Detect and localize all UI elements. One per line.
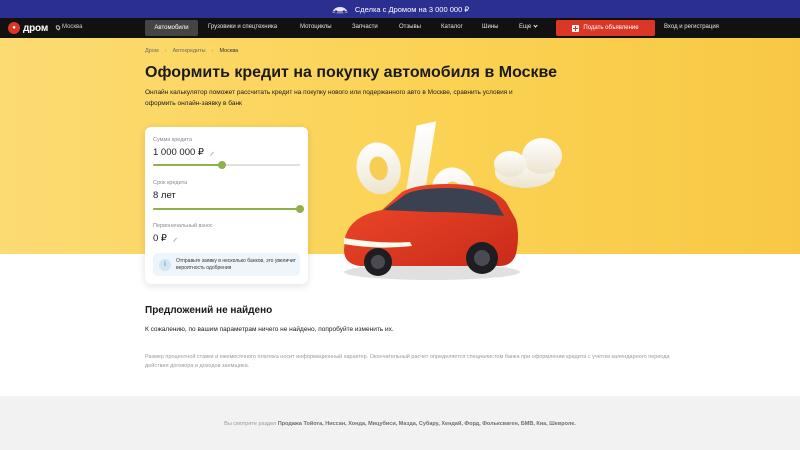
multi-bank-hint: i Отправьте заявку в несколько банков, э… bbox=[153, 253, 300, 276]
car-promo-icon bbox=[331, 6, 348, 13]
nav-item-tires[interactable]: Шины bbox=[482, 24, 498, 30]
term-value: 8 лет bbox=[153, 190, 176, 201]
breadcrumb-autocredits[interactable]: Автокредиты bbox=[172, 48, 205, 54]
credit-calculator: Сумма кредита 1 000 000 ₽ Срок кредита 8… bbox=[145, 127, 308, 284]
nav-item-reviews[interactable]: Отзывы bbox=[399, 24, 421, 30]
post-ad-label: Подать объявление bbox=[583, 25, 639, 31]
nav-more-label: Еще bbox=[519, 24, 532, 30]
amount-value: 1 000 000 ₽ bbox=[153, 147, 204, 158]
chevron-down-icon bbox=[533, 23, 538, 28]
logo-text: дром bbox=[23, 22, 49, 34]
term-slider-handle[interactable] bbox=[296, 205, 304, 213]
term-label: Срок кредита bbox=[153, 180, 188, 186]
promo-text: Сделка с Дромом на 3 000 000 ₽ bbox=[354, 4, 470, 14]
down-payment-label: Первоначальный взнос bbox=[153, 223, 213, 229]
location-pin-icon bbox=[54, 23, 62, 31]
nav-item-motorcycles[interactable]: Мотоциклы bbox=[300, 24, 332, 30]
breadcrumb-separator: › bbox=[211, 48, 214, 54]
down-payment-field[interactable]: 0 ₽ bbox=[153, 233, 177, 244]
page-description: Онлайн калькулятор поможет рассчитать кр… bbox=[145, 89, 513, 107]
disclaimer-text: Размер процентной ставки и ежемесячного … bbox=[145, 354, 670, 369]
term-field[interactable]: 8 лет bbox=[153, 190, 176, 201]
breadcrumb-current: Москва bbox=[219, 48, 239, 54]
plus-icon bbox=[572, 24, 580, 32]
city-label: Москва bbox=[62, 24, 83, 30]
drom-logo[interactable]: ● дром bbox=[8, 22, 48, 34]
pencil-icon bbox=[169, 234, 177, 243]
top-nav: ● дром Москва Автомобили Грузовики и спе… bbox=[0, 18, 800, 38]
hint-text: Отправьте заявку в несколько банков, это… bbox=[176, 257, 296, 271]
term-slider-fill bbox=[153, 208, 300, 210]
down-payment-value: 0 ₽ bbox=[153, 233, 167, 244]
pencil-icon bbox=[206, 148, 214, 157]
nav-item-catalog[interactable]: Каталог bbox=[441, 24, 463, 30]
nav-item-parts[interactable]: Запчасти bbox=[352, 24, 378, 30]
login-link[interactable]: Вход и регистрация bbox=[664, 24, 719, 30]
no-offers-heading: Предложений не найдено bbox=[145, 305, 273, 316]
nav-item-more[interactable]: Еще bbox=[519, 23, 538, 30]
breadcrumb-separator: › bbox=[164, 48, 167, 54]
footer-brands-line: Вы смотрите раздел Продажа Тойота, Нисса… bbox=[0, 421, 800, 427]
city-selector[interactable]: Москва bbox=[54, 23, 83, 31]
no-offers-text: К сожалению, по вашим параметрам ничего … bbox=[145, 326, 394, 333]
footer-brands[interactable]: Продажа Тойота, Ниссан, Хонда, Мицубиси,… bbox=[278, 421, 576, 427]
amount-field[interactable]: 1 000 000 ₽ bbox=[153, 147, 214, 158]
nav-item-cars[interactable]: Автомобили bbox=[145, 20, 198, 36]
breadcrumb: Дром › Автокредиты › Москва bbox=[145, 48, 238, 54]
footer-prefix: Вы смотрите раздел bbox=[224, 421, 278, 427]
amount-label: Сумма кредита bbox=[153, 137, 193, 143]
page-title: Оформить кредит на покупку автомобиля в … bbox=[145, 64, 558, 81]
amount-slider[interactable] bbox=[153, 161, 300, 169]
promo-banner[interactable]: Сделка с Дромом на 3 000 000 ₽ bbox=[0, 0, 800, 18]
breadcrumb-drom[interactable]: Дром bbox=[145, 48, 159, 54]
amount-slider-handle[interactable] bbox=[218, 161, 227, 169]
term-slider[interactable] bbox=[153, 205, 304, 213]
car-credit-illustration bbox=[344, 121, 562, 280]
amount-slider-fill bbox=[153, 164, 223, 166]
post-ad-button[interactable]: Подать объявление bbox=[556, 20, 655, 36]
logo-badge-icon: ● bbox=[8, 22, 20, 34]
nav-item-trucks[interactable]: Грузовики и спецтехника bbox=[208, 24, 277, 30]
info-icon: i bbox=[159, 258, 171, 271]
